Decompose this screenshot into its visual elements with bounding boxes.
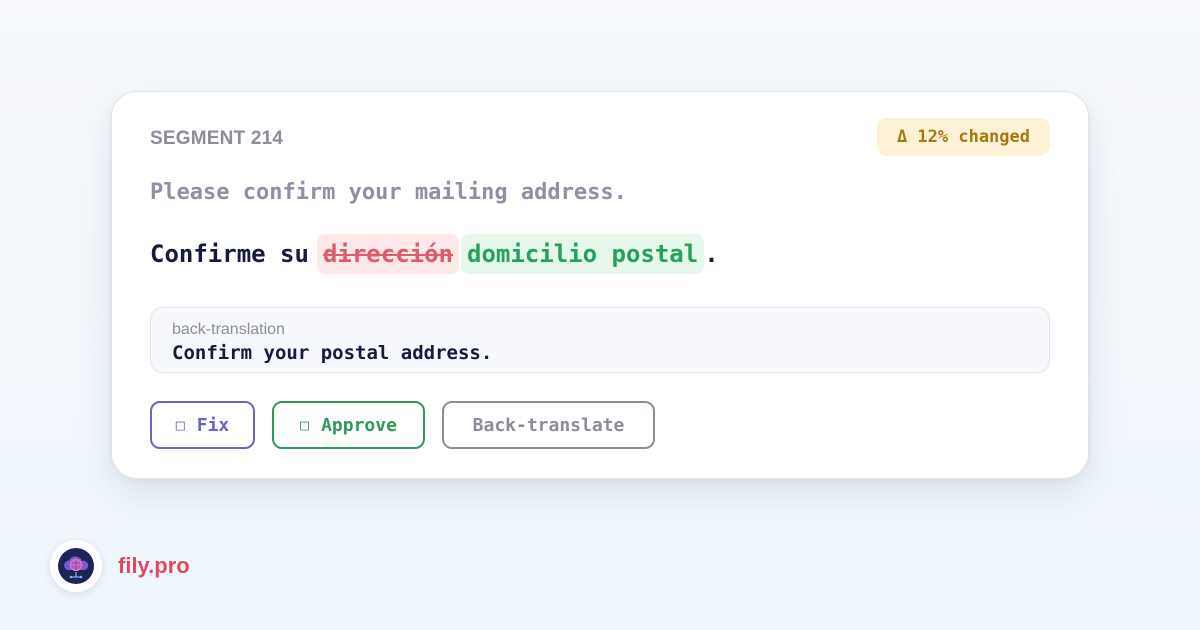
change-badge: Δ 12% changed xyxy=(876,118,1050,156)
back-translate-button-label: Back-translate xyxy=(472,414,625,436)
back-translation-label: back-translation xyxy=(172,321,285,338)
approve-button-label: Approve xyxy=(321,414,397,436)
fix-button[interactable]: □ Fix xyxy=(150,401,255,449)
deleted-text: dirección xyxy=(316,234,459,274)
approve-button[interactable]: □ Approve xyxy=(272,401,425,449)
brand-name[interactable]: fily.pro xyxy=(118,553,190,579)
inserted-text: domicilio postal xyxy=(461,234,705,274)
cloud-globe-logo-icon[interactable] xyxy=(50,540,102,592)
approve-icon: □ xyxy=(300,416,310,434)
back-translation-box: back-translation Confirm your postal add… xyxy=(150,307,1050,373)
target-text[interactable]: Confirme su dirección domicilio postal . xyxy=(150,234,719,274)
source-text: Please confirm your mailing address. xyxy=(150,180,627,205)
fix-icon: □ xyxy=(175,416,185,434)
target-suffix: . xyxy=(704,240,719,268)
back-translate-button[interactable]: Back-translate xyxy=(442,401,655,449)
fix-button-label: Fix xyxy=(196,414,230,436)
segment-label: SEGMENT 214 xyxy=(150,128,284,149)
logo-graphic xyxy=(58,548,94,584)
target-prefix: Confirme su xyxy=(150,240,309,268)
segment-card: SEGMENT 214 Δ 12% changed Please confirm… xyxy=(111,91,1089,479)
back-translation-text: Confirm your postal address. xyxy=(172,342,493,364)
